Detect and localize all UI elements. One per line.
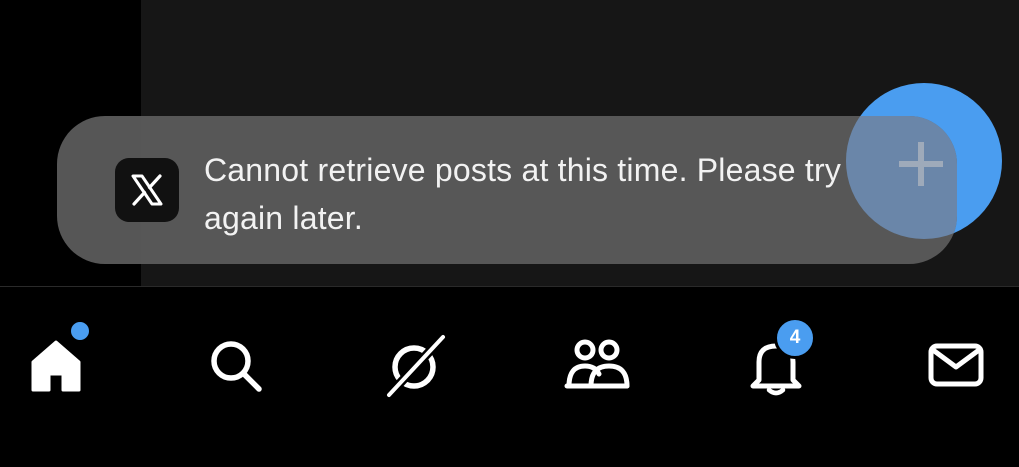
x-logo-icon <box>115 158 179 222</box>
bottom-tab-bar: 4 <box>0 287 1019 467</box>
mail-icon <box>928 343 984 387</box>
tab-notifications[interactable]: 4 <box>736 317 816 405</box>
home-new-posts-dot <box>68 319 92 343</box>
tab-grok[interactable] <box>375 325 455 405</box>
people-icon <box>564 339 630 389</box>
toast-message: Cannot retrieve posts at this time. Plea… <box>204 152 842 236</box>
home-icon <box>31 340 81 392</box>
error-toast[interactable]: Cannot retrieve posts at this time. Plea… <box>57 116 957 264</box>
tab-search[interactable] <box>195 325 275 405</box>
app-screen: Cannot retrieve posts at this time. Plea… <box>0 0 1019 467</box>
plus-icon <box>899 142 943 186</box>
search-icon <box>211 341 262 392</box>
grok-icon <box>385 333 447 399</box>
tab-home[interactable] <box>16 319 96 405</box>
tab-messages[interactable] <box>916 325 996 405</box>
notifications-count-badge: 4 <box>774 317 816 359</box>
tab-communities[interactable] <box>557 325 637 405</box>
